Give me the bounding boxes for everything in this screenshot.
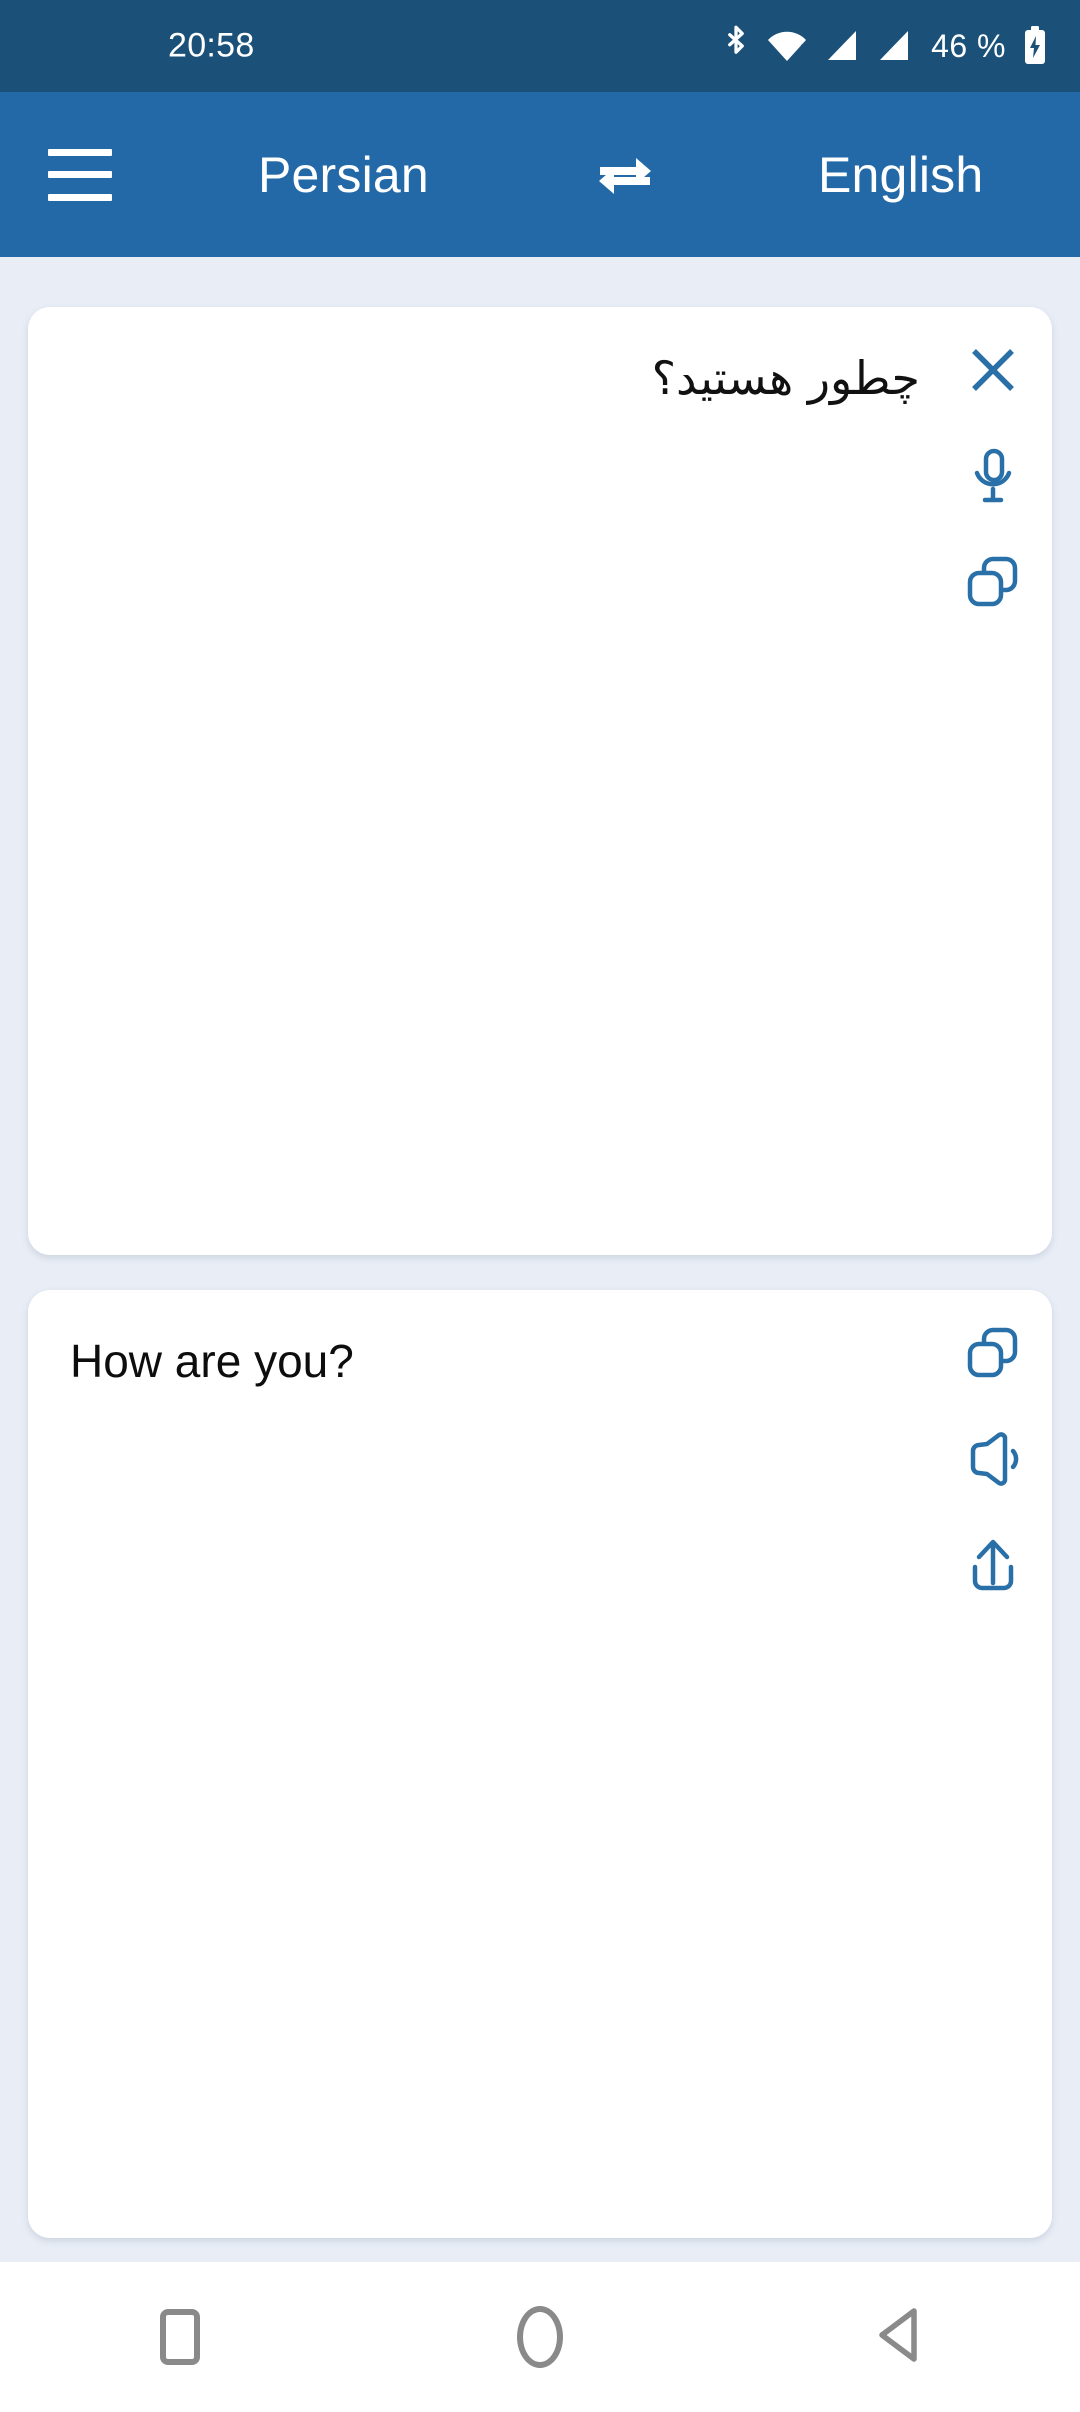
menu-line-2 — [48, 171, 112, 178]
copy-icon — [964, 1324, 1022, 1387]
source-text-card: چطور هستید؟ — [28, 307, 1052, 1255]
source-text[interactable]: چطور هستید؟ — [28, 335, 934, 409]
status-icons: 46 % — [721, 24, 1050, 68]
back-triangle-icon — [870, 2303, 930, 2372]
system-navigation-bar — [0, 2262, 1080, 2412]
status-clock: 20:58 — [168, 26, 255, 65]
nav-home-button[interactable] — [465, 2262, 615, 2412]
source-card-actions — [934, 307, 1052, 1255]
phone-screen: 20:58 46 % Persian English چطور هستید؟ H… — [0, 0, 1080, 2412]
translation-area: چطور هستید؟ How are you? — [0, 257, 1080, 2262]
bluetooth-icon — [721, 24, 751, 68]
microphone-icon — [965, 446, 1021, 511]
battery-charging-icon — [1020, 24, 1050, 68]
menu-line-1 — [48, 148, 112, 156]
menu-line-3 — [48, 193, 112, 201]
copy-target-button[interactable] — [956, 1318, 1030, 1392]
source-text-wrap: چطور هستید؟ — [28, 307, 934, 1255]
target-text-wrap: How are you? — [28, 1290, 934, 2238]
target-language-selector[interactable]: English — [818, 146, 983, 204]
status-bar: 20:58 46 % — [0, 0, 1080, 92]
hamburger-menu-icon[interactable] — [48, 148, 112, 201]
share-target-button[interactable] — [956, 1530, 1030, 1604]
signal-sim1-icon — [823, 26, 861, 66]
app-bar: Persian English — [0, 92, 1080, 257]
recents-square-icon — [160, 2309, 200, 2365]
signal-sim2-icon — [875, 26, 913, 66]
source-language-selector[interactable]: Persian — [258, 146, 429, 204]
speak-target-button[interactable] — [956, 1424, 1030, 1498]
swap-languages-icon[interactable] — [590, 145, 660, 205]
target-card-actions — [934, 1290, 1052, 2238]
nav-back-button[interactable] — [825, 2262, 975, 2412]
copy-icon — [964, 553, 1022, 616]
speaker-icon — [963, 1431, 1023, 1492]
close-icon — [964, 341, 1022, 404]
battery-percent-label: 46 % — [931, 27, 1006, 64]
clear-button[interactable] — [956, 335, 1030, 409]
target-text-card: How are you? — [28, 1290, 1052, 2238]
target-text[interactable]: How are you? — [28, 1318, 934, 1392]
share-icon — [965, 1535, 1021, 1600]
copy-source-button[interactable] — [956, 547, 1030, 621]
wifi-icon — [765, 26, 809, 66]
nav-recents-button[interactable] — [105, 2262, 255, 2412]
speech-input-button[interactable] — [956, 441, 1030, 515]
home-circle-icon — [517, 2306, 563, 2368]
